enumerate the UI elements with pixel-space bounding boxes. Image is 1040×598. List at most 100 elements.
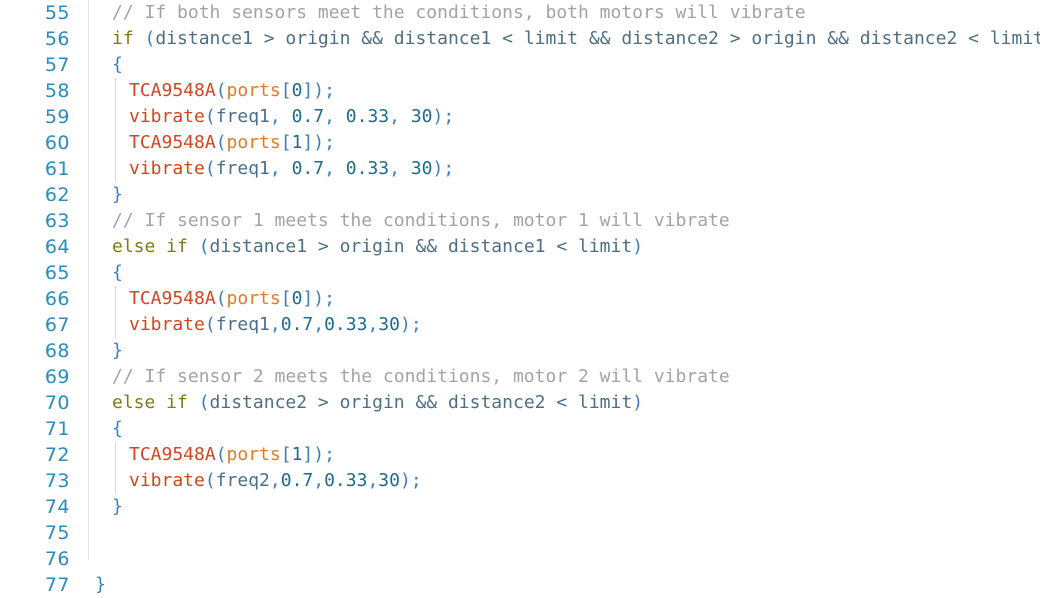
code-line[interactable] (88, 546, 1040, 572)
code-token: ports (226, 444, 281, 465)
code-line[interactable]: // If both sensors meet the conditions, … (88, 0, 1040, 26)
code-line[interactable]: vibrate(freq2,0.7,0.33,30); (88, 468, 1040, 494)
code-line[interactable]: TCA9548A(ports[0]); (88, 78, 1040, 104)
code-line[interactable]: TCA9548A(ports[1]); (88, 130, 1040, 156)
line-number: 55 (44, 2, 70, 24)
code-token: freq1 (215, 158, 270, 179)
code-token: , (389, 106, 411, 127)
line-number-row: 73 (0, 468, 88, 494)
code-token: ); (432, 158, 455, 179)
line-number-row: 59 (0, 104, 88, 130)
code-token: [ (280, 80, 292, 101)
code-token: , (313, 314, 325, 335)
code-token: // If sensor 1 meets the conditions, mot… (112, 210, 730, 231)
code-line[interactable]: else if (distance2 > origin && distance2… (88, 390, 1040, 416)
code-token: else if (112, 236, 188, 257)
line-number-row: 70 (0, 390, 88, 416)
code-token: ports (226, 80, 281, 101)
line-number-row: 72 (0, 442, 88, 468)
line-number-row: 71 (0, 416, 88, 442)
code-token: { (112, 418, 123, 439)
line-number: 77 (44, 574, 70, 596)
line-number-row: 75 (0, 520, 88, 546)
indent-guide (115, 442, 116, 494)
code-token: ]); (302, 132, 335, 153)
code-line[interactable]: { (88, 416, 1040, 442)
code-token: else if (112, 392, 188, 413)
line-number: 57 (44, 54, 70, 76)
code-line[interactable]: // If sensor 1 meets the conditions, mot… (88, 208, 1040, 234)
line-number-row: 65 (0, 260, 88, 286)
line-number: 74 (44, 496, 70, 518)
code-line[interactable]: vibrate(freq1,0.7,0.33,30); (88, 312, 1040, 338)
code-token: 0.7 (280, 314, 314, 335)
code-editor[interactable]: 55 56 57 58 59 60 61 62 63 64 65 66 67 68 69 70 71 72 73 74… (0, 0, 1040, 596)
line-number: 76 (44, 548, 70, 570)
code-token: , (269, 106, 292, 127)
code-token: ( (204, 158, 216, 179)
line-number-row: 61 (0, 156, 88, 182)
code-token: , (269, 314, 281, 335)
code-token: , (367, 470, 379, 491)
line-number: 72 (44, 444, 70, 466)
code-line[interactable]: vibrate(freq1, 0.7, 0.33, 30); (88, 104, 1040, 130)
code-token: , (269, 158, 292, 179)
line-number-row: 68 (0, 338, 88, 364)
code-token: ( (204, 314, 216, 335)
code-token: 30 (378, 314, 400, 335)
code-line[interactable]: } (88, 338, 1040, 364)
code-line[interactable]: } (88, 572, 1040, 598)
code-token: TCA9548A (129, 80, 216, 101)
line-number-gutter: 55 56 57 58 59 60 61 62 63 64 65 66 67 68 69 70 71 72 73 74… (0, 0, 88, 596)
code-line[interactable]: if (distance1 > origin && distance1 < li… (88, 26, 1040, 52)
code-token: 0.33 (324, 314, 368, 335)
code-line[interactable] (88, 520, 1040, 546)
indent-guide (115, 78, 116, 182)
code-line[interactable]: TCA9548A(ports[0]); (88, 286, 1040, 312)
code-content-area[interactable]: // If both sensors meet the conditions, … (88, 0, 1040, 595)
code-token: 0.33 (345, 158, 390, 179)
code-line[interactable]: { (88, 52, 1040, 78)
code-line[interactable]: TCA9548A(ports[1]); (88, 442, 1040, 468)
code-token: distance1 > origin && distance1 < limit … (155, 28, 1040, 49)
code-line[interactable]: } (88, 182, 1040, 208)
line-number-row: 55 (0, 0, 88, 26)
code-token: ( (198, 392, 210, 413)
line-number-row: 58 (0, 78, 88, 104)
code-token: } (112, 496, 123, 517)
code-token: ) (632, 392, 644, 413)
code-line[interactable]: vibrate(freq1, 0.7, 0.33, 30); (88, 156, 1040, 182)
line-number: 61 (44, 158, 70, 180)
code-token: 1 (291, 132, 303, 153)
code-token: ); (399, 470, 422, 491)
code-line[interactable]: else if (distance1 > origin && distance1… (88, 234, 1040, 260)
code-token: vibrate (129, 314, 205, 335)
code-line[interactable]: { (88, 260, 1040, 286)
code-token: } (112, 340, 123, 361)
line-number-row: 63 (0, 208, 88, 234)
line-number-row: 62 (0, 182, 88, 208)
line-number: 62 (44, 184, 70, 206)
line-number-row: 69 (0, 364, 88, 390)
line-number: 64 (44, 236, 70, 258)
line-number-row: 77 (0, 572, 88, 598)
code-token: , (367, 314, 379, 335)
code-token: [ (280, 288, 292, 309)
line-number-row: 60 (0, 130, 88, 156)
code-line[interactable]: } (88, 494, 1040, 520)
line-number: 70 (44, 392, 70, 414)
code-token: 0.7 (291, 158, 325, 179)
code-token: freq1 (215, 314, 270, 335)
code-token: ports (226, 288, 281, 309)
line-number: 71 (44, 418, 70, 440)
line-number: 60 (44, 132, 70, 154)
code-token: vibrate (129, 158, 205, 179)
code-token: ]); (302, 444, 335, 465)
line-number: 56 (44, 28, 70, 50)
line-number: 67 (44, 314, 70, 336)
code-token: 30 (410, 106, 433, 127)
code-line[interactable]: // If sensor 2 meets the conditions, mot… (88, 364, 1040, 390)
